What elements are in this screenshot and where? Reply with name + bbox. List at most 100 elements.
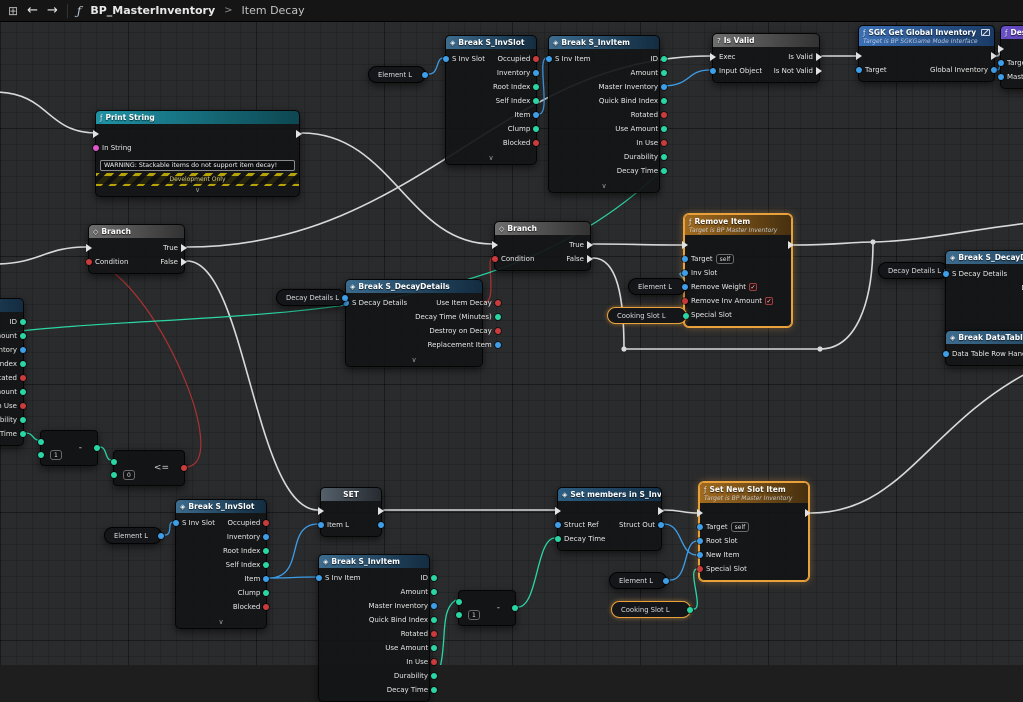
node-set-item-l[interactable]: SETItem L: [320, 487, 382, 537]
exec-pin-pin[interactable]: [93, 130, 99, 138]
node-header[interactable]: ◈Set members in S_InvItem: [558, 488, 661, 501]
collapse-chevron-icon[interactable]: ∨: [549, 182, 659, 192]
node-element-l-4-out-pin[interactable]: [663, 578, 669, 584]
pin-condition[interactable]: [492, 256, 498, 262]
checkbox[interactable]: ✓: [765, 297, 773, 305]
node-subtract-2[interactable]: 1-: [458, 590, 516, 626]
pin-inv-slot[interactable]: [682, 270, 688, 276]
pin-quick-bind-index[interactable]: [661, 98, 667, 104]
node-header[interactable]: ƒPrint String: [96, 111, 299, 124]
back-button[interactable]: ←: [27, 4, 38, 17]
node-decay-details-l-1[interactable]: Decay Details L: [276, 289, 346, 306]
pin-decay-time[interactable]: [661, 168, 667, 174]
node-header[interactable]: ?Is Valid: [713, 34, 819, 47]
node-element-l-1[interactable]: Element L: [368, 66, 426, 83]
node-header[interactable]: ◈Break S_InvItem: [319, 555, 429, 568]
exec-pin-pin[interactable]: [682, 241, 688, 249]
pin-pin[interactable]: [38, 439, 44, 445]
node-cooking-slot-l-1[interactable]: Cooking Slot L: [607, 307, 687, 324]
pin-s-inv-item[interactable]: [546, 56, 552, 62]
node-header[interactable]: ƒSet New Slot ItemTarget is BP Master In…: [700, 483, 808, 503]
collapse-chevron-icon[interactable]: ∨: [176, 618, 266, 628]
pin-inventory[interactable]: [263, 534, 269, 540]
pin-in-string[interactable]: [93, 145, 99, 151]
pin-id[interactable]: [661, 56, 667, 62]
node-header[interactable]: ◈Break DataTableRow: [946, 331, 1023, 344]
breadcrumb-root[interactable]: BP_MasterInventory: [90, 4, 215, 17]
pin-root-slot[interactable]: [697, 538, 703, 544]
exec-pin-true[interactable]: [587, 241, 593, 249]
node-break-s-invslot-2[interactable]: ◈Break S_InvSlotS Inv SlotOccupiedInvent…: [175, 499, 267, 629]
node-break-s-invitem-1[interactable]: ◈Break S_InvItemS Inv ItemIDAmountMaster…: [548, 35, 660, 193]
pin-id[interactable]: [20, 319, 26, 325]
pin-special-slot[interactable]: [697, 566, 703, 572]
pin-root-index[interactable]: [263, 548, 269, 554]
node-header[interactable]: ◈Break S_DecayDetails: [946, 251, 1023, 264]
node-is-valid[interactable]: ?Is ValidExecInput ObjectIs ValidIs Not …: [712, 33, 820, 83]
pin-id[interactable]: [431, 575, 437, 581]
node-cooking-slot-l-2-out-pin[interactable]: [687, 607, 693, 613]
exec-pin-pin[interactable]: [296, 130, 302, 138]
node-subtract-1[interactable]: 1-: [40, 430, 98, 466]
pin-amount[interactable]: [661, 70, 667, 76]
exec-pin-pin[interactable]: [492, 241, 498, 249]
pin-durability[interactable]: [661, 154, 667, 160]
pin-quick-bind-index[interactable]: [431, 617, 437, 623]
node-header[interactable]: ◈Break S_InvSlot: [176, 500, 266, 513]
node-break-datatablerow[interactable]: ◈Break DataTableRowData Table Row Handle: [945, 330, 1023, 366]
pin-item[interactable]: [263, 576, 269, 582]
forward-button[interactable]: →: [47, 4, 58, 17]
pin-rotated[interactable]: [431, 631, 437, 637]
node-header[interactable]: SET: [321, 488, 381, 501]
node-header[interactable]: ◇Branch: [495, 222, 590, 235]
node-element-l-3-out-pin[interactable]: [158, 533, 164, 539]
pin-destroy-on-decay[interactable]: [495, 328, 501, 334]
exec-pin-pin[interactable]: [378, 507, 384, 515]
node-header[interactable]: ◇Branch: [89, 225, 184, 238]
node-header[interactable]: ƒDestroy: [1001, 26, 1023, 39]
pin-pin[interactable]: [456, 612, 462, 618]
value-box[interactable]: self: [716, 254, 735, 264]
pin-maste[interactable]: [998, 74, 1004, 80]
pin-remove-inv-amount[interactable]: [682, 298, 688, 304]
pin-self-index[interactable]: [263, 562, 269, 568]
collapse-chevron-icon[interactable]: ∨: [446, 154, 536, 164]
pin-self-index[interactable]: [533, 98, 539, 104]
node-element-l-2[interactable]: Element L: [628, 278, 686, 295]
pin-struct-ref[interactable]: [555, 522, 561, 528]
node-header[interactable]: ƒSGK Get Global InventoryTarget is BP SG…: [859, 26, 994, 46]
pin-rotated[interactable]: [661, 112, 667, 118]
node-destroy-partial[interactable]: ƒDestroyTargetMaste: [1000, 25, 1023, 89]
pin-use-amount[interactable]: [20, 389, 26, 395]
pin-pin[interactable]: [38, 452, 44, 458]
pin-global-inventory[interactable]: [991, 67, 997, 73]
node-header[interactable]: ◈Break S_InvItem: [549, 36, 659, 49]
collapse-chevron-icon[interactable]: ∨: [96, 186, 299, 196]
node-element-l-3[interactable]: Element L: [104, 527, 162, 544]
node-branch-2[interactable]: ◇BranchConditionTrueFalse: [494, 221, 591, 271]
pin-use-amount[interactable]: [661, 126, 667, 132]
pin-data-table-row-handle[interactable]: [943, 351, 949, 357]
pin-in-use[interactable]: [431, 659, 437, 665]
pin-inventory[interactable]: [533, 70, 539, 76]
pin-rotated[interactable]: [20, 375, 26, 381]
exec-pin-true[interactable]: [181, 244, 187, 252]
pin-decay-time-minutes[interactable]: [495, 314, 501, 320]
value-box[interactable]: 1: [468, 610, 480, 620]
pin-amount[interactable]: [20, 333, 26, 339]
node-decay-details-l-1-out-pin[interactable]: [342, 295, 348, 301]
exec-pin-pin[interactable]: [697, 509, 703, 517]
node-header[interactable]: ◈Break S_DecayDetails: [346, 280, 482, 293]
exec-pin-pin[interactable]: [805, 509, 811, 517]
node-cooking-slot-l-1-out-pin[interactable]: [683, 313, 689, 319]
pin-decay-time[interactable]: [555, 536, 561, 542]
node-break-s-decaydetails-2[interactable]: ◈Break S_DecayDetailsS Decay DetailsUse …: [945, 250, 1023, 338]
pin-condition[interactable]: [86, 259, 92, 265]
exec-pin-pin[interactable]: [991, 52, 997, 60]
pin-input-object[interactable]: [710, 68, 716, 74]
exec-pin-pin[interactable]: [998, 45, 1004, 53]
pin-struct-out[interactable]: [658, 522, 664, 528]
value-box[interactable]: 0: [123, 470, 135, 480]
pin-pin[interactable]: [181, 465, 187, 471]
pin-pin[interactable]: [378, 522, 384, 528]
